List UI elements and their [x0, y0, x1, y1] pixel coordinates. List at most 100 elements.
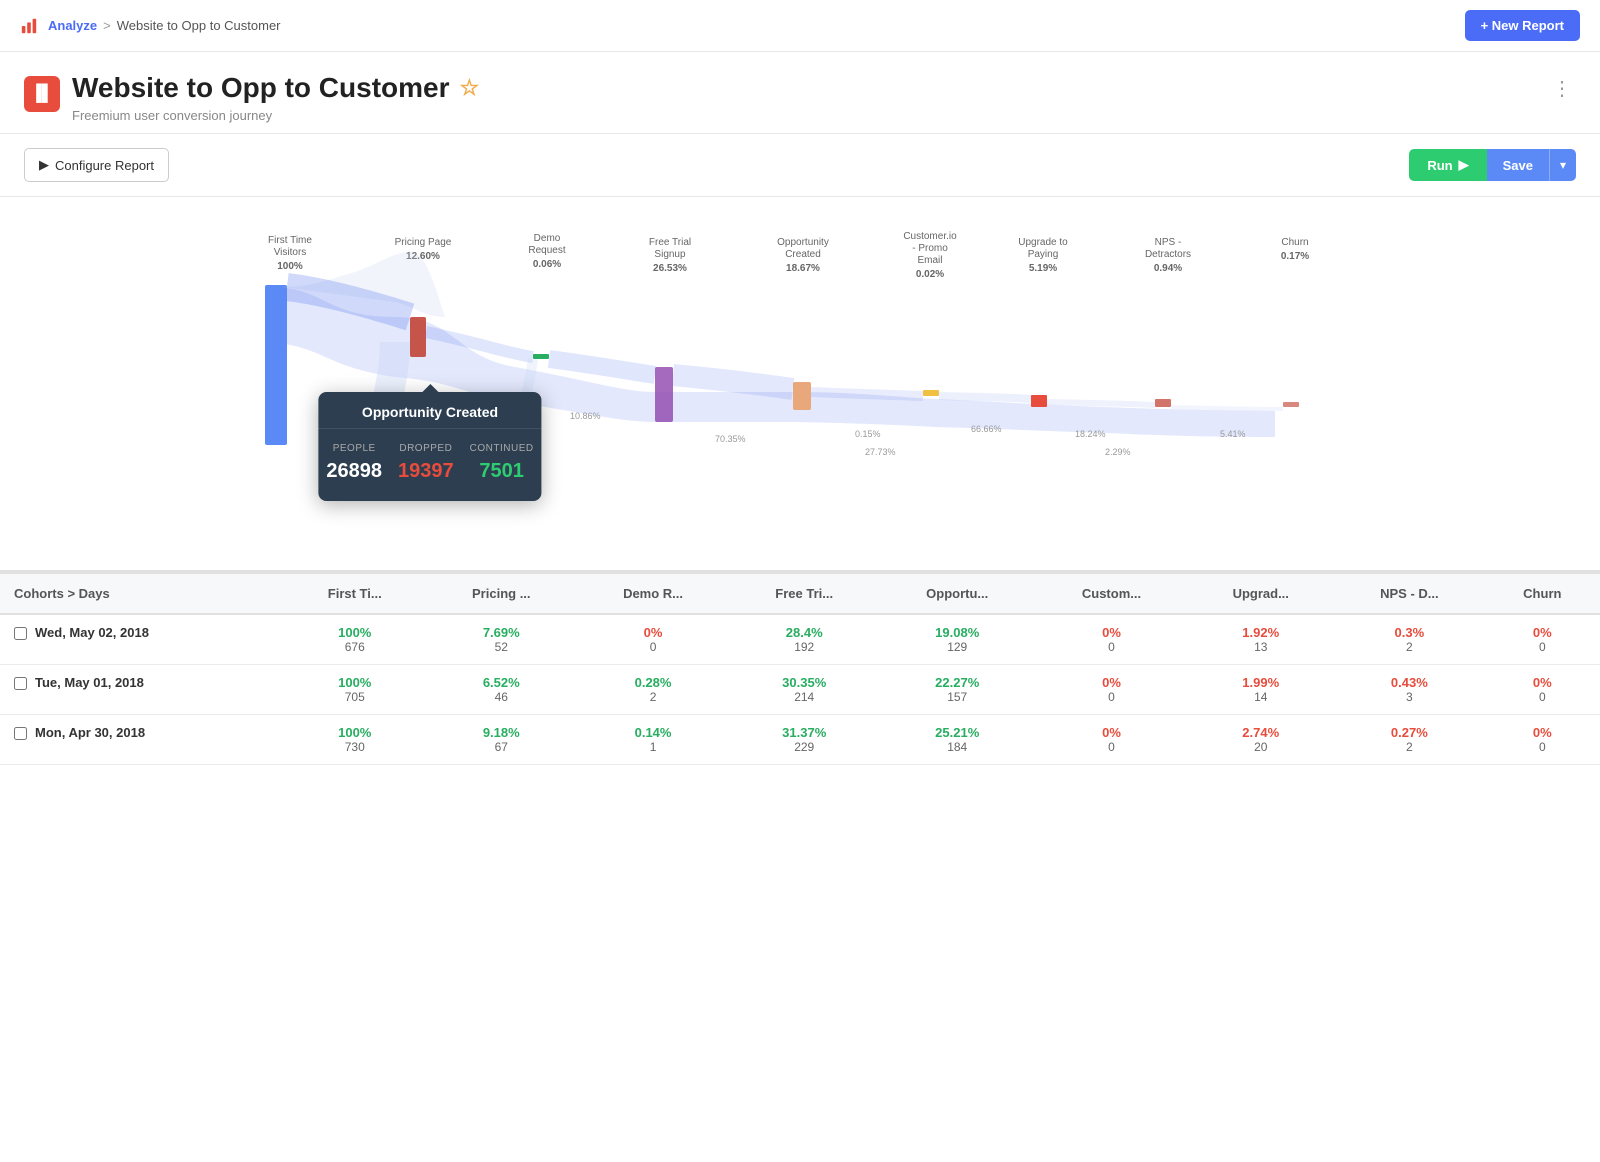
configure-report-button[interactable]: ▶ Configure Report — [24, 148, 169, 182]
svg-text:Demo: Demo — [534, 233, 561, 244]
sankey-chart: First Time Visitors 100% Pricing Page 12… — [30, 227, 1570, 547]
flow-label-7035: 70.35% — [715, 434, 746, 444]
row-label-cell: Wed, May 02, 2018 — [0, 614, 283, 665]
table-row: Wed, May 02, 2018100%6767.69%520%028.4%1… — [0, 614, 1600, 665]
bar-demo — [533, 354, 549, 359]
bar-upgrade — [1031, 395, 1047, 407]
row-checkbox-2[interactable] — [14, 727, 27, 740]
bar-pricing — [410, 317, 426, 357]
toolbar: ▶ Configure Report Run ▶ Save ▾ — [0, 134, 1600, 197]
table-row: Mon, Apr 30, 2018100%7309.18%670.14%131.… — [0, 715, 1600, 765]
svg-text:5.19%: 5.19% — [1029, 263, 1057, 274]
svg-text:0.17%: 0.17% — [1281, 251, 1309, 262]
bar-first-time — [265, 285, 287, 445]
tooltip-continued-value: 7501 — [470, 460, 534, 483]
data-cell: 0%0 — [1485, 614, 1600, 665]
data-cell: 0.28%2 — [577, 665, 730, 715]
table-row: Tue, May 01, 2018100%7056.52%460.28%230.… — [0, 665, 1600, 715]
flow-5-6 — [811, 392, 923, 396]
row-checkbox-0[interactable] — [14, 627, 27, 640]
svg-text:0.94%: 0.94% — [1154, 263, 1182, 274]
data-cell: 0%0 — [1485, 715, 1600, 765]
svg-text:Opportunity: Opportunity — [777, 237, 829, 248]
col-header-freetrial: Free Tri... — [730, 573, 879, 614]
col-header-demo: Demo R... — [577, 573, 730, 614]
flow-label-1824: 18.24% — [1075, 429, 1106, 439]
data-cell: 9.18%67 — [426, 715, 577, 765]
svg-text:Created: Created — [785, 249, 821, 260]
data-table-section: Cohorts > Days First Ti... Pricing ... D… — [0, 570, 1600, 765]
col-header-customer: Custom... — [1036, 573, 1188, 614]
svg-text:Free Trial: Free Trial — [649, 237, 691, 248]
col-header-firsttime: First Ti... — [283, 573, 426, 614]
svg-text:26.53%: 26.53% — [653, 263, 687, 274]
flow-label-1086: 10.86% — [570, 411, 601, 421]
svg-text:Upgrade to: Upgrade to — [1018, 237, 1068, 248]
flow-4-5 — [673, 375, 793, 389]
breadcrumb-sep: > — [103, 18, 111, 33]
cohorts-table: Cohorts > Days First Ti... Pricing ... D… — [0, 572, 1600, 765]
flow-label-541: 5.41% — [1220, 429, 1246, 439]
new-report-button[interactable]: + New Report — [1465, 10, 1580, 41]
top-nav: Analyze > Website to Opp to Customer + N… — [0, 0, 1600, 52]
page-header: ▐▌ Website to Opp to Customer ☆ Freemium… — [0, 52, 1600, 134]
save-button[interactable]: Save — [1487, 149, 1549, 181]
col-header-opp: Opportu... — [879, 573, 1036, 614]
report-icon: ▐▌ — [24, 76, 60, 112]
table-header-row: Cohorts > Days First Ti... Pricing ... D… — [0, 573, 1600, 614]
data-cell: 0.14%1 — [577, 715, 730, 765]
svg-text:Email: Email — [917, 255, 942, 266]
flow-3-4 — [549, 359, 655, 375]
flow-label-229: 2.29% — [1105, 447, 1131, 457]
more-menu-button[interactable]: ⋮ — [1548, 72, 1576, 105]
bar-free-trial — [655, 367, 673, 422]
flow-label-6666: 66.66% — [971, 424, 1002, 434]
svg-text:Request: Request — [528, 245, 565, 256]
svg-text:18.67%: 18.67% — [786, 263, 820, 274]
tooltip-title: Opportunity Created — [318, 392, 541, 429]
breadcrumb: Analyze > Website to Opp to Customer — [20, 17, 281, 35]
run-play-icon: ▶ — [1459, 157, 1469, 173]
data-cell: 100%730 — [283, 715, 426, 765]
run-button[interactable]: Run ▶ — [1409, 149, 1486, 181]
data-cell: 0.27%2 — [1334, 715, 1485, 765]
row-label-cell: Mon, Apr 30, 2018 — [0, 715, 283, 765]
page-title-area: ▐▌ Website to Opp to Customer ☆ Freemium… — [24, 72, 479, 123]
svg-text:Visitors: Visitors — [274, 247, 307, 258]
data-cell: 19.08%129 — [879, 614, 1036, 665]
chart-area: First Time Visitors 100% Pricing Page 12… — [0, 197, 1600, 570]
star-icon[interactable]: ☆ — [460, 75, 480, 101]
tooltip-arrow — [422, 384, 438, 392]
breadcrumb-analyze[interactable]: Analyze — [48, 18, 97, 33]
svg-text:0.06%: 0.06% — [533, 259, 561, 270]
page-title: Website to Opp to Customer ☆ — [72, 72, 479, 104]
analyze-icon — [20, 17, 38, 35]
col-header-churn: Churn — [1485, 573, 1600, 614]
flow-8-9 — [1171, 407, 1283, 409]
stage-label-first-time: First Time — [268, 235, 312, 246]
col-header-cohorts: Cohorts > Days — [0, 573, 283, 614]
svg-text:Paying: Paying — [1028, 249, 1059, 260]
flow-label-015: 0.15% — [855, 429, 881, 439]
save-dropdown-button[interactable]: ▾ — [1549, 149, 1576, 181]
col-header-nps: NPS - D... — [1334, 573, 1485, 614]
bar-customer-io — [923, 390, 939, 396]
svg-text:- Promo: - Promo — [912, 243, 948, 254]
bar-opp-created — [793, 382, 811, 410]
page-title-text: Website to Opp to Customer ☆ Freemium us… — [72, 72, 479, 123]
data-cell: 25.21%184 — [879, 715, 1036, 765]
row-checkbox-1[interactable] — [14, 677, 27, 690]
data-cell: 0%0 — [1036, 715, 1188, 765]
tooltip-body: PEOPLE 26898 DROPPED 19397 CONTINUED 750… — [318, 429, 541, 501]
data-cell: 0%0 — [1036, 614, 1188, 665]
data-cell: 0%0 — [577, 614, 730, 665]
opportunity-tooltip: Opportunity Created PEOPLE 26898 DROPPED… — [318, 392, 541, 501]
data-cell: 0%0 — [1036, 665, 1188, 715]
row-label-cell: Tue, May 01, 2018 — [0, 665, 283, 715]
flow-label-2773: 27.73% — [865, 447, 896, 457]
data-cell: 0.43%3 — [1334, 665, 1485, 715]
data-cell: 0.3%2 — [1334, 614, 1485, 665]
tooltip-continued-col: CONTINUED 7501 — [462, 439, 542, 487]
data-cell: 0%0 — [1485, 665, 1600, 715]
col-header-pricing: Pricing ... — [426, 573, 577, 614]
